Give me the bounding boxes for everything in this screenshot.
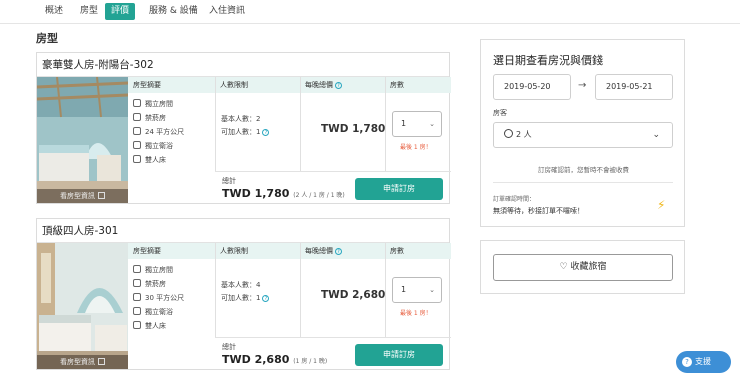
help-icon[interactable]: ? [262, 295, 270, 302]
room-photo[interactable]: 看房型資訊 [37, 77, 128, 203]
room-photo[interactable]: 看房型資訊 [37, 243, 128, 369]
divider [493, 182, 673, 183]
room-card: 豪華雙人房-附陽台-302 看房型資訊 房型摘要 人數限制 每晚總價? 房數 獨… [36, 52, 451, 204]
checkout-date-input[interactable]: 2019-05-21 [595, 74, 673, 100]
total-row: 總計 TWD 2,680 (1 房 / 1 晚) 申請訂房 [215, 337, 451, 369]
base-guests: 基本人數：2 [221, 115, 261, 123]
room-name: 頂級四人房-301 [37, 219, 449, 243]
bed-icon [133, 155, 141, 163]
total-amount: TWD 2,680 (1 房 / 1 晚) [222, 353, 328, 366]
checkin-date-input[interactable]: 2019-05-20 [493, 74, 571, 100]
room-price: TWD 1,780 [321, 123, 386, 135]
heart-icon: ♡ [559, 262, 568, 272]
book-button[interactable]: 申請訂房 [355, 178, 443, 200]
feature-non-smoking: 禁菸房 [133, 279, 166, 289]
section-title: 房型 [36, 32, 58, 45]
tab-reviews[interactable]: 評價 [105, 3, 136, 20]
feature-size: 30 平方公尺 [133, 293, 184, 303]
bath-icon [133, 307, 141, 315]
feature-private-room: 獨立房間 [133, 99, 173, 109]
feature-size: 24 平方公尺 [133, 127, 184, 137]
no-smoking-icon [133, 279, 141, 287]
feature-bathroom: 獨立衛浴 [133, 141, 173, 151]
chevron-down-icon: ⌄ [429, 120, 435, 128]
tab-bar: 概述 房型 評價 服務 & 設備 入住資訊 [0, 0, 740, 24]
person-icon [504, 129, 513, 138]
favorite-button[interactable]: ♡ 收藏旅宿 [493, 254, 673, 281]
extra-guests: 可加人數：1? [221, 127, 270, 137]
room-price: TWD 2,680 [321, 289, 386, 301]
panel-title: 選日期查看房況與價錢 [493, 54, 603, 67]
total-label: 總計 [222, 343, 236, 351]
rooms-left-note: 最後 1 房！ [400, 310, 432, 317]
tab-overview[interactable]: 概述 [39, 3, 69, 20]
no-charge-note: 訂房確認前，您暫時不會被收費 [538, 166, 629, 174]
help-icon[interactable]: ? [335, 82, 342, 89]
tab-services[interactable]: 服務 & 設備 [143, 3, 204, 20]
chevron-down-icon: ⌄ [429, 286, 435, 294]
rooms-left-note: 最後 1 房！ [400, 144, 432, 151]
base-guests: 基本人數：4 [221, 281, 261, 289]
lightning-icon: ⚡ [657, 198, 666, 212]
feature-non-smoking: 禁菸房 [133, 113, 166, 123]
col-header-summary: 房型摘要 [128, 243, 215, 259]
help-icon[interactable]: ? [262, 129, 270, 136]
chevron-down-icon: ⌄ [652, 130, 660, 140]
help-icon: ? [682, 357, 692, 367]
col-header-occupancy: 人數限制 [215, 243, 300, 259]
guest-select[interactable]: 2 人 ⌄ [493, 122, 673, 148]
tab-checkin-info[interactable]: 入住資訊 [203, 3, 251, 20]
feature-bathroom: 獨立衛浴 [133, 307, 173, 317]
external-link-icon [98, 192, 105, 199]
room-quantity-select[interactable]: 1 ⌄ [392, 111, 442, 137]
feature-bed: 雙人床 [133, 155, 166, 165]
booking-panel: 選日期查看房況與價錢 2019-05-20 → 2019-05-21 房客 2 … [480, 39, 685, 227]
book-button[interactable]: 申請訂房 [355, 344, 443, 366]
room-icon [133, 265, 141, 273]
arrow-right-icon: → [578, 80, 587, 91]
confirm-time-text: 無須等待，秒接訂單不囉嗦！ [493, 207, 584, 215]
no-smoking-icon [133, 113, 141, 121]
feature-bed: 雙人床 [133, 321, 166, 331]
total-label: 總計 [222, 177, 236, 185]
total-row: 總計 TWD 1,780 (2 人 / 1 房 / 1 晚) 申請訂房 [215, 171, 451, 203]
area-icon [133, 127, 141, 135]
col-header-occupancy: 人數限制 [215, 77, 300, 93]
extra-guests: 可加人數：1? [221, 293, 270, 303]
room-icon [133, 99, 141, 107]
col-header-rooms: 房數 [385, 77, 451, 93]
bath-icon [133, 141, 141, 149]
room-quantity-select[interactable]: 1 ⌄ [392, 277, 442, 303]
photo-caption[interactable]: 看房型資訊 [37, 355, 128, 369]
photo-caption[interactable]: 看房型資訊 [37, 189, 128, 203]
room-card: 頂級四人房-301 看房型資訊 房型摘要 人數限制 每晚總價? 房數 獨立房間 … [36, 218, 451, 370]
col-header-rooms: 房數 [385, 243, 451, 259]
total-amount: TWD 1,780 (2 人 / 1 房 / 1 晚) [222, 187, 345, 200]
room-name: 豪華雙人房-附陽台-302 [37, 53, 449, 77]
tab-rooms[interactable]: 房型 [74, 3, 104, 20]
favorite-panel: ♡ 收藏旅宿 [480, 240, 685, 294]
bed-icon [133, 321, 141, 329]
col-header-price: 每晚總價? [300, 243, 385, 259]
help-icon[interactable]: ? [335, 248, 342, 255]
area-icon [133, 293, 141, 301]
guest-label: 房客 [493, 109, 507, 117]
feature-private-room: 獨立房間 [133, 265, 173, 275]
support-button[interactable]: ? 支援 [676, 351, 731, 373]
col-header-summary: 房型摘要 [128, 77, 215, 93]
external-link-icon [98, 358, 105, 365]
col-header-price: 每晚總價? [300, 77, 385, 93]
confirm-time-label: 訂單確認時間： [493, 196, 536, 203]
